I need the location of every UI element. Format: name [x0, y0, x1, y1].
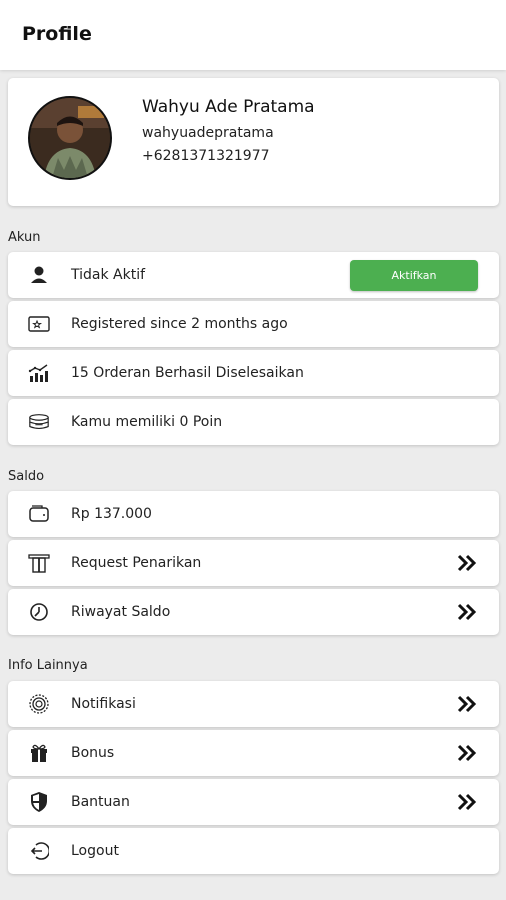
balance-label: Rp 137.000	[71, 506, 152, 522]
double-chevron-right-icon	[457, 791, 477, 813]
double-chevron-right-icon	[457, 693, 477, 715]
app-bar: Profile	[0, 0, 506, 70]
help-row[interactable]: Bantuan	[8, 779, 499, 825]
points-row: Kamu memiliki 0 Poin	[8, 399, 499, 445]
orders-row: 15 Orderan Berhasil Diselesaikan	[8, 350, 499, 396]
logout-icon	[28, 841, 50, 861]
profile-phone: +6281371321977	[142, 148, 270, 164]
chart-icon	[28, 363, 50, 383]
avatar[interactable]	[28, 96, 112, 180]
star-card-icon	[28, 314, 50, 334]
account-status-row: Tidak Aktif Aktifkan	[8, 252, 499, 298]
account-status-label: Tidak Aktif	[71, 267, 146, 283]
double-chevron-right-icon	[457, 601, 477, 623]
page-title: Profile	[22, 23, 92, 45]
withdraw-icon	[28, 553, 50, 573]
activate-button[interactable]: Aktifkan	[350, 260, 478, 291]
points-label: Kamu memiliki 0 Poin	[71, 414, 223, 430]
balance-history-label: Riwayat Saldo	[71, 604, 171, 620]
balance-row: Rp 137.000	[8, 491, 499, 537]
section-info-label: Info Lainnya	[8, 658, 88, 673]
registered-row: Registered since 2 months ago	[8, 301, 499, 347]
help-label: Bantuan	[71, 794, 130, 810]
registered-label: Registered since 2 months ago	[71, 316, 288, 332]
person-icon	[28, 265, 50, 285]
notifications-row[interactable]: Notifikasi	[8, 681, 499, 727]
double-chevron-right-icon	[457, 552, 477, 574]
logout-row[interactable]: Logout	[8, 828, 499, 874]
section-saldo-label: Saldo	[8, 469, 45, 484]
badge-icon	[28, 694, 50, 714]
notifications-label: Notifikasi	[71, 696, 136, 712]
coins-icon	[28, 412, 50, 432]
bonus-label: Bonus	[71, 745, 115, 761]
profile-username: wahyuadepratama	[142, 125, 274, 141]
double-chevron-right-icon	[457, 742, 477, 764]
withdraw-row[interactable]: Request Penarikan	[8, 540, 499, 586]
orders-label: 15 Orderan Berhasil Diselesaikan	[71, 365, 304, 381]
clock-icon	[28, 602, 50, 622]
profile-name: Wahyu Ade Pratama	[142, 97, 315, 117]
profile-card[interactable]: Wahyu Ade Pratama wahyuadepratama +62813…	[8, 78, 499, 206]
bonus-row[interactable]: Bonus	[8, 730, 499, 776]
shield-icon	[28, 792, 50, 812]
balance-history-row[interactable]: Riwayat Saldo	[8, 589, 499, 635]
section-akun-label: Akun	[8, 230, 41, 245]
withdraw-label: Request Penarikan	[71, 555, 202, 571]
gift-icon	[28, 743, 50, 763]
wallet-icon	[28, 504, 50, 524]
logout-label: Logout	[71, 843, 119, 859]
